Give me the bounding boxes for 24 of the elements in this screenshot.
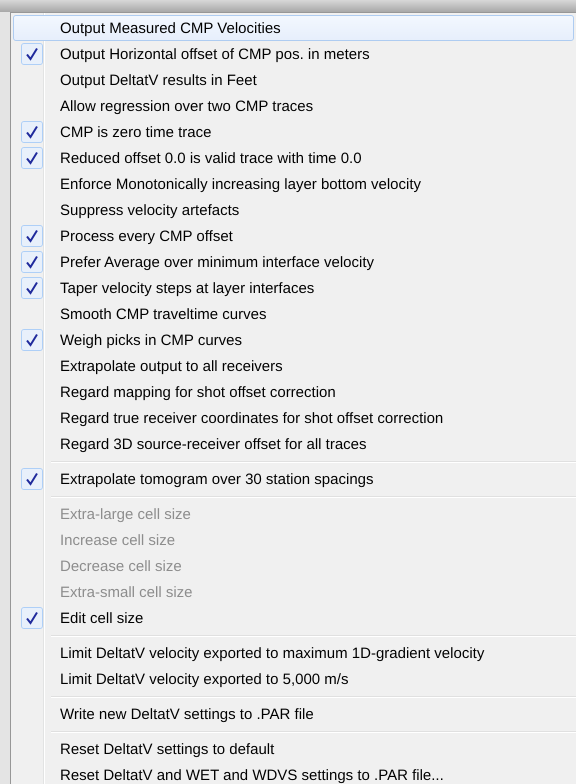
- menu-item[interactable]: Regard mapping for shot offset correction: [13, 379, 574, 405]
- menu-item[interactable]: Smooth CMP traveltime curves: [13, 301, 574, 327]
- menu-item[interactable]: Enforce Monotonically increasing layer bottom velocity: [13, 171, 574, 197]
- menu-item[interactable]: CMP is zero time trace: [13, 119, 574, 145]
- menu-item[interactable]: Reset DeltatV and WET and WDVS settings to .PAR file...: [13, 762, 574, 784]
- menu-item[interactable]: Weigh picks in CMP curves: [13, 327, 574, 353]
- menu-item[interactable]: Extrapolate output to all receivers: [13, 353, 574, 379]
- menu-item[interactable]: Process every CMP offset: [13, 223, 574, 249]
- menu-item[interactable]: Reset DeltatV settings to default: [13, 736, 574, 762]
- menu-item[interactable]: Allow regression over two CMP traces: [13, 93, 574, 119]
- menu-item[interactable]: Limit DeltatV velocity exported to 5,000 m/s: [13, 666, 574, 692]
- menu-item[interactable]: Regard 3D source-receiver offset for all traces: [13, 431, 574, 457]
- menu-item[interactable]: Output Horizontal offset of CMP pos. in meters: [13, 41, 574, 67]
- menu-item[interactable]: Prefer Average over minimum interface velocity: [13, 249, 574, 275]
- menu-item[interactable]: Regard true receiver coordinates for shot offset correction: [13, 405, 574, 431]
- menu-item[interactable]: Edit cell size: [13, 605, 574, 631]
- menu-item[interactable]: Write new DeltatV settings to .PAR file: [13, 701, 574, 727]
- menu-item[interactable]: Output Measured CMP Velocities: [13, 15, 574, 41]
- menu-item[interactable]: Limit DeltatV velocity exported to maximum 1D-gradient velocity: [13, 640, 574, 666]
- menu-item[interactable]: Reduced offset 0.0 is valid trace with time 0.0: [13, 145, 574, 171]
- menu-item[interactable]: Extrapolate tomogram over 30 station spacings: [13, 466, 574, 492]
- menu-item[interactable]: Suppress velocity artefacts: [13, 197, 574, 223]
- menu-item[interactable]: Taper velocity steps at layer interfaces: [13, 275, 574, 301]
- menu-item[interactable]: Output DeltatV results in Feet: [13, 67, 574, 93]
